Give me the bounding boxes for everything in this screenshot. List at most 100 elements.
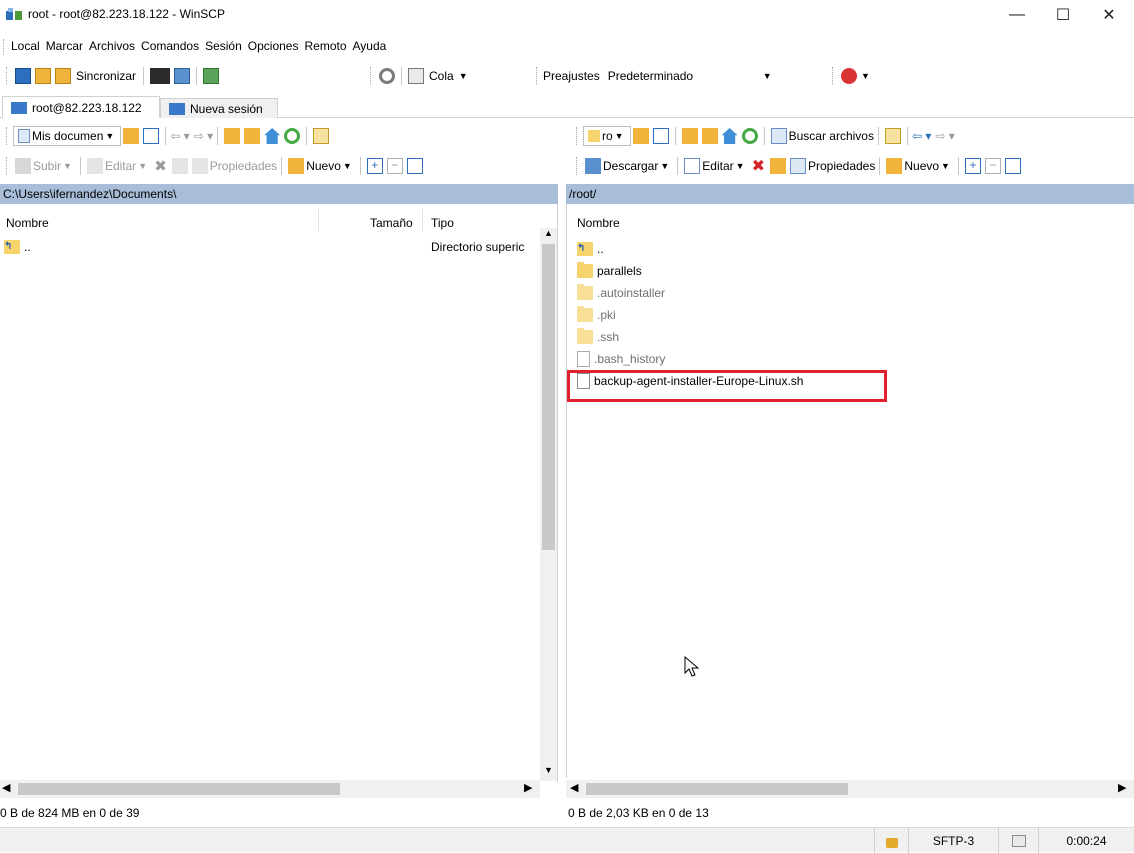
download-dropdown-icon[interactable]: ▼	[660, 161, 669, 171]
close-button[interactable]: ✕	[1086, 0, 1132, 30]
select-all-icon[interactable]: +	[366, 158, 383, 174]
filter-icon[interactable]	[652, 128, 669, 144]
transfer-settings-dropdown-icon[interactable]: ▼	[861, 71, 870, 81]
table-row[interactable]: .ssh	[573, 326, 1093, 348]
synchronize-browsing-icon[interactable]	[35, 68, 51, 84]
queue-button[interactable]: Cola	[429, 69, 454, 83]
properties-icon[interactable]	[789, 158, 806, 174]
putty-icon[interactable]	[174, 68, 191, 84]
root-directory-icon[interactable]	[244, 128, 261, 144]
left-horizontal-scrollbar[interactable]: ◀ ▶	[0, 780, 540, 798]
table-row[interactable]: ↰ .. Directorio superic	[0, 238, 540, 256]
preferences-gear-icon[interactable]	[379, 68, 395, 84]
upload-dropdown-icon[interactable]: ▼	[63, 161, 72, 171]
find-files-icon[interactable]	[770, 128, 787, 144]
table-row[interactable]: .autoinstaller	[573, 282, 1093, 304]
column-divider[interactable]	[422, 209, 423, 231]
new-dropdown-icon[interactable]: ▼	[941, 161, 950, 171]
tab-session[interactable]: root@82.223.18.122	[2, 96, 160, 118]
parent-directory-icon[interactable]	[224, 128, 241, 144]
upload-icon[interactable]	[15, 158, 31, 174]
left-vertical-scroll-thumb[interactable]	[542, 244, 555, 550]
menu-marcar[interactable]: Marcar	[45, 39, 84, 53]
tree-icon[interactable]	[313, 128, 330, 144]
menu-ayuda[interactable]: Ayuda	[352, 39, 388, 53]
left-vertical-scrollbar[interactable]: ▲ ▼	[540, 228, 557, 781]
download-icon[interactable]	[585, 158, 601, 174]
new-folder-icon[interactable]	[288, 158, 305, 174]
menu-archivos[interactable]: Archivos	[88, 39, 136, 53]
column-header-name[interactable]: Nombre	[6, 216, 49, 230]
presets-select[interactable]: Predeterminado ▼	[603, 66, 780, 86]
unselect-all-icon[interactable]: −	[386, 158, 403, 174]
left-location-select[interactable]: Mis documen ▼	[13, 126, 122, 146]
table-row[interactable]: .pki	[573, 304, 1093, 326]
properties-icon[interactable]	[191, 158, 208, 174]
column-divider[interactable]	[318, 209, 319, 231]
open-folder-icon[interactable]	[632, 128, 649, 144]
home-icon[interactable]	[264, 128, 281, 144]
scroll-up-icon[interactable]: ▲	[540, 228, 557, 242]
tab-new-session[interactable]: Nueva sesión	[160, 98, 278, 118]
left-file-list[interactable]: Nombre Tamaño Tipo ↰ .. Directorio super…	[0, 204, 558, 782]
left-horizontal-scroll-thumb[interactable]	[18, 783, 340, 795]
scroll-down-icon[interactable]: ▼	[540, 765, 557, 779]
scroll-right-icon[interactable]: ▶	[524, 781, 532, 794]
filter-select-icon[interactable]	[406, 158, 423, 174]
home-icon[interactable]	[721, 128, 738, 144]
menu-local[interactable]: Local	[10, 39, 41, 53]
table-row[interactable]: parallels	[573, 260, 1093, 282]
back-icon[interactable]: ⇦ ▾	[170, 129, 189, 143]
download-button[interactable]: Descargar	[603, 159, 658, 173]
table-row[interactable]: .bash_history	[573, 348, 1093, 370]
synchronize-icon[interactable]	[55, 68, 71, 84]
properties-button[interactable]: Propiedades	[210, 159, 277, 173]
filter-icon[interactable]	[143, 128, 160, 144]
parent-directory-icon[interactable]	[681, 128, 698, 144]
select-all-icon[interactable]: +	[964, 158, 981, 174]
root-directory-icon[interactable]	[701, 128, 718, 144]
right-file-list[interactable]: Nombre ↰ .. parallels .autoinstaller .pk…	[566, 204, 1134, 778]
tree-icon[interactable]	[884, 128, 901, 144]
new-button[interactable]: Nuevo	[306, 159, 341, 173]
menu-opciones[interactable]: Opciones	[247, 39, 300, 53]
edit-button[interactable]: Editar	[105, 159, 136, 173]
properties-button[interactable]: Propiedades	[808, 159, 875, 173]
right-location-select[interactable]: ro ▼	[583, 126, 631, 146]
delete-icon[interactable]: ✖	[752, 156, 765, 176]
minimize-button[interactable]: —	[994, 0, 1040, 30]
right-path-bar[interactable]: /root/	[566, 184, 1134, 204]
left-path-bar[interactable]: C:\Users\ifernandez\Documents\	[0, 184, 558, 204]
queue-dropdown-icon[interactable]: ▼	[459, 71, 468, 81]
unselect-all-icon[interactable]: −	[984, 158, 1001, 174]
menu-sesion[interactable]: Sesión	[204, 39, 243, 53]
queue-icon[interactable]	[408, 68, 424, 84]
edit-button[interactable]: Editar	[702, 159, 733, 173]
synchronize-button[interactable]: Sincronizar	[76, 69, 136, 83]
back-icon[interactable]: ⇦ ▾	[912, 129, 931, 143]
refresh-icon[interactable]	[284, 128, 301, 144]
open-folder-icon[interactable]	[123, 128, 140, 144]
filter-select-icon[interactable]	[1004, 158, 1021, 174]
scroll-left-icon[interactable]: ◀	[570, 781, 578, 794]
console-icon[interactable]	[150, 68, 171, 84]
edit-icon[interactable]	[86, 158, 103, 174]
refresh-session-icon[interactable]	[203, 68, 220, 84]
column-header-type[interactable]: Tipo	[431, 216, 454, 230]
menu-comandos[interactable]: Comandos	[140, 39, 200, 53]
edit-dropdown-icon[interactable]: ▼	[138, 161, 147, 171]
edit-icon[interactable]	[684, 158, 701, 174]
find-files-button[interactable]: Buscar archivos	[789, 129, 874, 143]
table-row[interactable]: ↰ ..	[573, 238, 1093, 260]
transfer-settings-icon[interactable]	[841, 68, 857, 84]
rename-icon[interactable]	[769, 158, 786, 174]
refresh-icon[interactable]	[741, 128, 758, 144]
delete-icon[interactable]: ✖	[154, 157, 167, 175]
maximize-button[interactable]: ☐	[1040, 0, 1086, 30]
new-dropdown-icon[interactable]: ▼	[343, 161, 352, 171]
column-header-name[interactable]: Nombre	[577, 216, 620, 230]
upload-button[interactable]: Subir	[33, 159, 61, 173]
edit-dropdown-icon[interactable]: ▼	[736, 161, 745, 171]
right-horizontal-scrollbar[interactable]: ◀ ▶	[566, 780, 1134, 798]
new-folder-icon[interactable]	[886, 158, 903, 174]
